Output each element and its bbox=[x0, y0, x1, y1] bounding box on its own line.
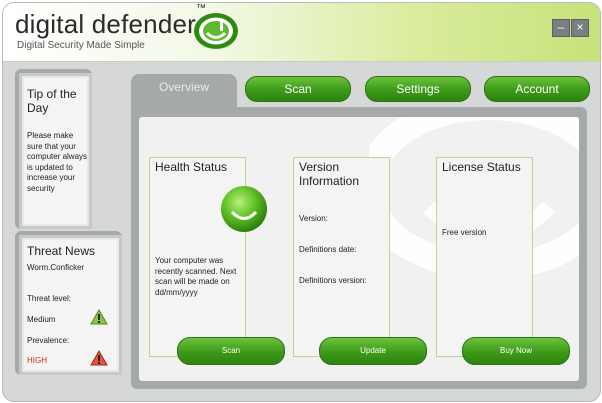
tab-settings[interactable]: Settings bbox=[365, 76, 471, 102]
close-button[interactable]: × bbox=[571, 19, 589, 37]
version-info-section: Version Information Version: Definitions … bbox=[293, 157, 390, 357]
news-title: Threat News bbox=[27, 244, 96, 258]
buy-now-button[interactable]: Buy Now bbox=[462, 337, 570, 365]
news-panel: Threat News Worm.Conficker Threat level:… bbox=[19, 235, 122, 375]
logo-icon bbox=[194, 13, 238, 49]
health-status-text: Your computer was recently scanned. Next… bbox=[155, 256, 237, 297]
license-status-text: Free version bbox=[442, 228, 487, 237]
minimize-button[interactable]: – bbox=[552, 19, 570, 37]
tab-overview-label: Overview bbox=[158, 80, 209, 94]
version-info-title: Version Information bbox=[299, 160, 360, 188]
app-window: digital defender™ Digital Security Made … bbox=[2, 2, 601, 402]
smiley-status-icon bbox=[221, 186, 267, 232]
health-status-title: Health Status bbox=[155, 160, 228, 174]
tip-panel: Tip of the Day Please make sure that you… bbox=[19, 73, 92, 229]
tagline: Digital Security Made Simple bbox=[17, 40, 145, 51]
definitions-version-label: Definitions version: bbox=[299, 276, 367, 285]
prevalence-value: HIGH bbox=[27, 356, 47, 365]
definitions-date-label: Definitions date: bbox=[299, 245, 357, 254]
tab-scan[interactable]: Scan bbox=[245, 76, 351, 102]
threat-level-label: Threat level: bbox=[27, 294, 72, 303]
tip-title: Tip of the Day bbox=[27, 87, 77, 115]
news-item: Worm.Conficker bbox=[27, 263, 85, 272]
warning-icon bbox=[90, 309, 108, 325]
version-label: Version: bbox=[299, 214, 328, 223]
update-button[interactable]: Update bbox=[319, 337, 427, 365]
threat-level-value: Medium bbox=[27, 315, 56, 324]
license-status-title: License Status bbox=[442, 160, 521, 174]
health-status-section: Health Status Your computer was recently… bbox=[149, 157, 267, 357]
brand-title: digital defender™ bbox=[15, 3, 207, 39]
license-status-section: License Status Free version bbox=[436, 157, 533, 357]
tip-text: Please make sure that your computer alwa… bbox=[27, 131, 88, 193]
alert-icon bbox=[90, 350, 108, 366]
scan-button[interactable]: Scan bbox=[177, 337, 285, 365]
prevalence-label: Prevalence: bbox=[27, 336, 70, 345]
tab-account[interactable]: Account bbox=[484, 76, 590, 102]
header: digital defender™ Digital Security Made … bbox=[3, 3, 600, 62]
